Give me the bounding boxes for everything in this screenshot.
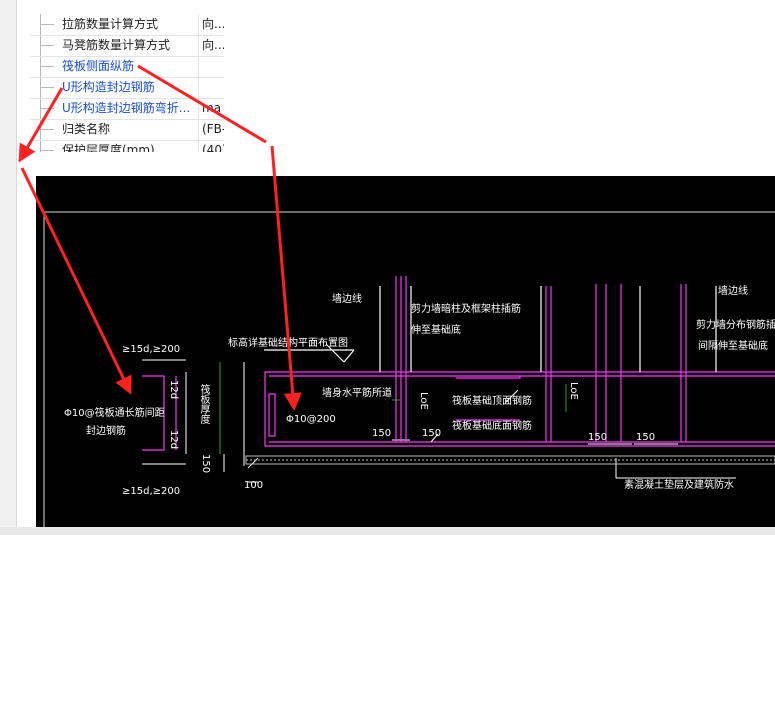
label-side-bars-2: 封边钢筋 [86, 426, 126, 437]
label-side-bars-1: Φ10@筏板通长筋间距 [64, 408, 165, 419]
label-raft-bottom: 筏板基础底面钢筋 [452, 421, 532, 432]
label-shear-wall-dist: 剪力墙分布钢筋插筋 [696, 320, 775, 331]
label-elevation: 标高详基础结构平面布置图 [228, 338, 348, 349]
dim-15d-200-bottom: ≥15d,≥200 [122, 486, 181, 497]
dim-150-b: 150 [422, 428, 442, 439]
dim-150-c: 150 [588, 432, 608, 443]
property-value[interactable]: 向... [202, 38, 224, 53]
tree-branch-line [40, 108, 54, 109]
cad-drawing-canvas: 墙边线 剪力墙暗柱及框架柱插筋 伸至基础底 墙边线 剪力墙分布钢筋插筋 间隔伸至… [36, 176, 775, 703]
label-raft-thickness: 筏板厚度 [198, 384, 209, 424]
label-shear-wall: 剪力墙暗柱及框架柱插筋 [411, 304, 521, 315]
label-wall-edge-left: 墙边线 [332, 294, 362, 305]
property-row-u-edge-bend[interactable]: U形构造封边钢筋弯折... ma [30, 98, 224, 120]
property-row-u-edge-bars[interactable]: U形构造封边钢筋 [30, 77, 224, 99]
dim-12d-bottom: 12d [168, 430, 179, 450]
property-value[interactable]: (40) [202, 143, 224, 152]
raft-rebar-outline [264, 371, 775, 447]
bottom-scroll-strip [0, 527, 775, 535]
dim-12d-top: 12d [168, 380, 179, 400]
property-name-cell: 筏板侧面纵筋 [30, 56, 199, 77]
label-shear-wall-2: 伸至基础底 [411, 325, 461, 336]
property-value[interactable]: 向... [202, 17, 224, 32]
property-table: 拉筋数量计算方式 向... 马凳筋数量计算方式 向... 筏板侧面纵筋 U形构造… [30, 14, 224, 152]
dim-150-e: 150 [200, 454, 211, 474]
label-cushion: 素混凝土垫层及建筑防水 [624, 480, 734, 491]
property-name-cell: U形构造封边钢筋弯折... [30, 98, 199, 119]
dim-150-a: 150 [372, 428, 392, 439]
property-label: 归类名称 [62, 122, 111, 136]
property-value[interactable]: (FB- [202, 122, 224, 137]
cushion-layer [245, 455, 775, 465]
dim-150-d: 150 [636, 432, 656, 443]
property-row-tie-bar-count[interactable]: 拉筋数量计算方式 向... [30, 14, 224, 36]
tree-branch-line [40, 150, 54, 151]
property-name-cell: 马凳筋数量计算方式 [30, 35, 199, 56]
tree-branch-line [40, 66, 54, 67]
property-name-cell: U形构造封边钢筋 [30, 77, 199, 98]
label-side-bars-3: Φ10@200 [286, 414, 336, 425]
property-label: U形构造封边钢筋弯折... [62, 101, 191, 115]
label-wall-edge-right: 墙边线 [718, 286, 748, 297]
property-label: 马凳筋数量计算方式 [62, 38, 171, 52]
label-raft-top: 筏板基础顶面钢筋 [452, 396, 532, 407]
dim-15d-200-top: ≥15d,≥200 [122, 344, 181, 355]
property-label: 拉筋数量计算方式 [62, 17, 159, 31]
property-label: 保护层厚度(mm) [62, 143, 155, 152]
property-row-raft-side-bars[interactable]: 筏板侧面纵筋 [30, 56, 224, 78]
label-wall-horiz: 墙身水平筋所道 [322, 388, 392, 399]
left-panel-strip [0, 0, 17, 535]
property-row-cover-thickness[interactable]: 保护层厚度(mm) (40) [30, 140, 224, 152]
property-row-chair-bar-count[interactable]: 马凳筋数量计算方式 向... [30, 35, 224, 57]
property-label: U形构造封边钢筋 [62, 80, 155, 94]
property-label: 筏板侧面纵筋 [62, 59, 135, 73]
tree-branch-line [40, 24, 54, 25]
property-value[interactable]: ma [202, 101, 224, 116]
tree-branch-line [40, 87, 54, 88]
tree-branch-line [40, 129, 54, 130]
label-shear-wall-dist-2: 间隔伸至基础底 [698, 341, 768, 352]
tree-branch-line [40, 45, 54, 46]
property-name-cell: 归类名称 [30, 119, 199, 140]
drawing-title: 筏板剖面示意 [482, 681, 609, 703]
property-name-cell: 保护层厚度(mm) [30, 140, 199, 152]
dim-loe-1: LoE [418, 392, 429, 410]
property-name-cell: 拉筋数量计算方式 [30, 14, 199, 35]
dim-100: 100 [244, 480, 264, 491]
dim-loe-2: LoE [568, 382, 579, 400]
property-row-category-name[interactable]: 归类名称 (FB- [30, 119, 224, 141]
